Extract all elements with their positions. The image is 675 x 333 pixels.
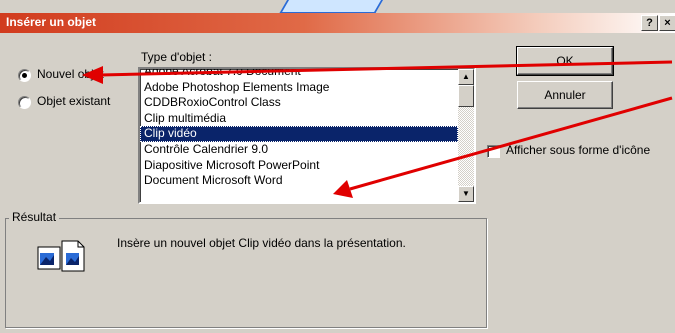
object-type-listbox[interactable]: Adobe Acrobat 7.0 Document Adobe Photosh… [138, 67, 476, 204]
result-description: Insère un nouvel objet Clip vidéo dans l… [117, 236, 406, 250]
list-item[interactable]: Contrôle Calendrier 9.0 [140, 142, 458, 158]
object-type-label: Type d'objet : [141, 50, 213, 64]
scroll-thumb[interactable] [458, 85, 474, 107]
display-as-icon-label[interactable]: Afficher sous forme d'icône [506, 143, 650, 157]
ok-button[interactable]: OK [516, 46, 614, 76]
list-item[interactable]: CDDBRoxioControl Class [140, 95, 458, 111]
decorative-tab-shape [278, 0, 384, 14]
title-bar[interactable]: Insérer un objet ? × [0, 13, 675, 33]
scroll-up-icon[interactable]: ▲ [458, 69, 474, 85]
list-scrollbar[interactable]: ▲ ▼ [458, 69, 474, 202]
list-item[interactable]: Document Microsoft Word [140, 173, 458, 189]
radio-existing-object[interactable] [18, 96, 31, 109]
dialog-title: Insérer un objet [6, 15, 97, 29]
help-button[interactable]: ? [641, 15, 658, 31]
list-item[interactable]: Clip multimédia [140, 111, 458, 127]
radio-selected-dot [22, 73, 27, 78]
list-item-selected[interactable]: Clip vidéo [140, 126, 458, 142]
object-type-list: Adobe Acrobat 7.0 Document Adobe Photosh… [140, 69, 458, 189]
scroll-down-icon[interactable]: ▼ [458, 186, 474, 202]
list-item[interactable]: Adobe Acrobat 7.0 Document [140, 69, 458, 80]
insert-object-result-icon [37, 240, 85, 272]
radio-existing-object-label[interactable]: Objet existant [37, 94, 110, 108]
display-as-icon-checkbox[interactable] [487, 145, 500, 158]
insert-object-dialog: Insérer un objet ? × Type d'objet : Nouv… [0, 0, 675, 333]
list-item[interactable]: Diapositive Microsoft PowerPoint [140, 158, 458, 174]
cancel-button[interactable]: Annuler [517, 81, 613, 109]
radio-new-object-label[interactable]: Nouvel objet [37, 67, 104, 81]
list-item[interactable]: Adobe Photoshop Elements Image [140, 80, 458, 96]
result-legend: Résultat [9, 210, 60, 224]
close-button[interactable]: × [659, 15, 675, 31]
radio-new-object[interactable] [18, 69, 31, 82]
